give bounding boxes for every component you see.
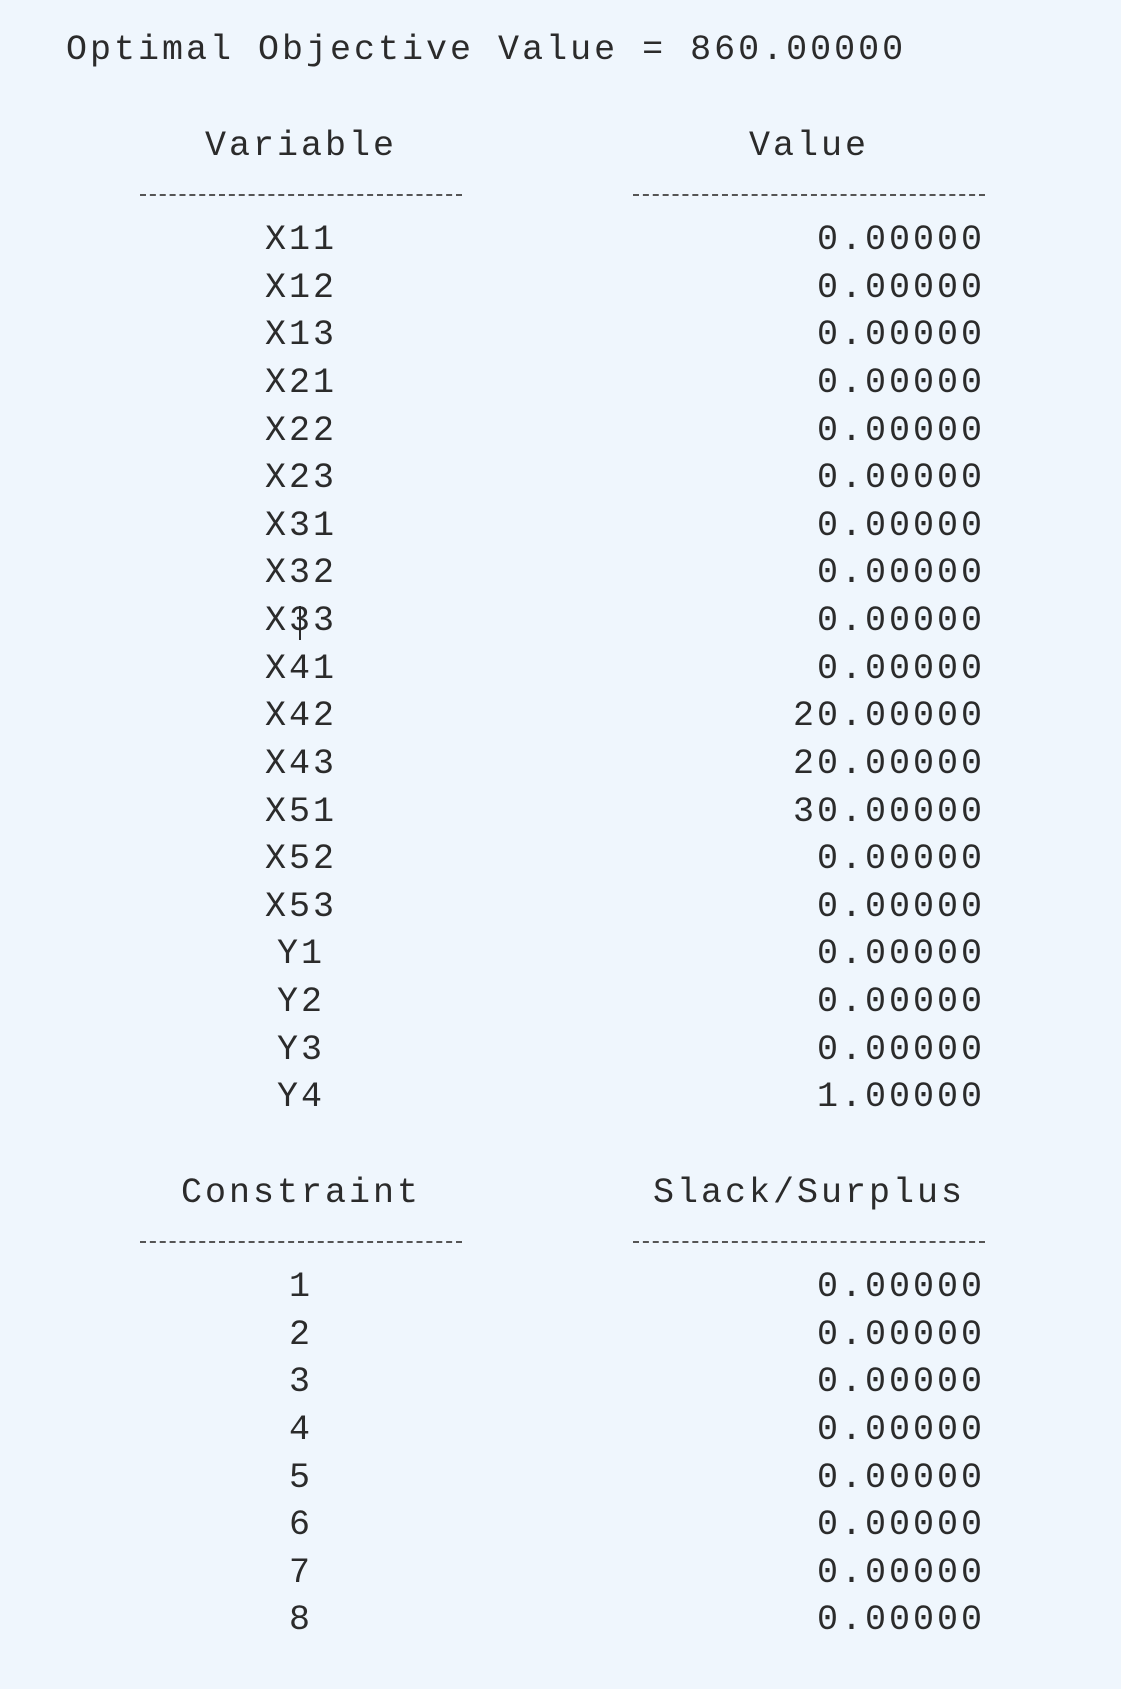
constraint-number: 2	[288, 1315, 313, 1355]
constraint-row: 1 0.00000	[0, 1267, 1121, 1315]
variable-row: Y1 0.00000	[0, 934, 1121, 982]
variable-name: X32	[264, 553, 337, 593]
variable-row: X42 20.00000	[0, 696, 1121, 744]
value-header-divider	[633, 194, 985, 196]
variable-row: X23 0.00000	[0, 458, 1121, 506]
variable-row: X33 0.00000	[0, 601, 1121, 649]
constraint-slack: 0.00000	[816, 1315, 985, 1355]
constraint-number: 6	[288, 1505, 313, 1545]
variable-value: 0.00000	[816, 363, 985, 403]
variable-name: X21	[264, 363, 337, 403]
variable-value: 0.00000	[816, 268, 985, 308]
variable-value: 0.00000	[816, 887, 985, 927]
variable-value: 0.00000	[816, 601, 985, 641]
variable-value: 30.00000	[792, 792, 985, 832]
constraint-slack: 0.00000	[816, 1267, 985, 1307]
variable-row: X21 0.00000	[0, 363, 1121, 411]
constraint-number: 5	[288, 1458, 313, 1498]
variable-value: 0.00000	[816, 982, 985, 1022]
variable-value: 20.00000	[792, 744, 985, 784]
variable-row: X41 0.00000	[0, 649, 1121, 697]
variable-name: X33	[140, 601, 462, 641]
variable-row: Y2 0.00000	[0, 982, 1121, 1030]
variable-name: X53	[264, 887, 337, 927]
variable-name: X31	[264, 506, 337, 546]
variable-value: 0.00000	[816, 649, 985, 689]
variable-name: Y4	[276, 1077, 325, 1117]
variable-name: X52	[264, 839, 337, 879]
variable-row: X22 0.00000	[0, 411, 1121, 459]
report-page: { "title": "Optimal Objective Value = 86…	[0, 0, 1121, 1689]
variable-name: X41	[264, 649, 337, 689]
constraint-number: 1	[288, 1267, 313, 1307]
constraint-number: 3	[288, 1362, 313, 1402]
constraint-row: 6 0.00000	[0, 1505, 1121, 1553]
constraint-row: 2 0.00000	[0, 1315, 1121, 1363]
constraint-number: 8	[288, 1600, 313, 1640]
variable-row: X43 20.00000	[0, 744, 1121, 792]
variable-name: X13	[264, 315, 337, 355]
constraint-header-divider	[140, 1241, 462, 1243]
variable-row: Y3 0.00000	[0, 1030, 1121, 1078]
constraint-row: 7 0.00000	[0, 1553, 1121, 1601]
constraint-slack: 0.00000	[816, 1553, 985, 1593]
variable-value: 0.00000	[816, 458, 985, 498]
text-cursor	[299, 606, 301, 640]
constraint-slack: 0.00000	[816, 1600, 985, 1640]
variable-value: 0.00000	[816, 220, 985, 260]
variable-value: 1.00000	[816, 1077, 985, 1117]
variable-row: X32 0.00000	[0, 553, 1121, 601]
slack-header-divider	[633, 1241, 985, 1243]
variable-row: X31 0.00000	[0, 506, 1121, 554]
variable-header-divider	[140, 194, 462, 196]
variable-row: X11 0.00000	[0, 220, 1121, 268]
objective-value-title: Optimal Objective Value = 860.00000	[66, 30, 907, 70]
variable-value: 0.00000	[816, 1030, 985, 1070]
variable-value: 0.00000	[816, 934, 985, 974]
constraint-row: 3 0.00000	[0, 1362, 1121, 1410]
constraint-number: 7	[288, 1553, 313, 1593]
value-column-header: Value	[748, 126, 870, 166]
constraint-slack: 0.00000	[816, 1505, 985, 1545]
variable-row: Y4 1.00000	[0, 1077, 1121, 1125]
variable-value: 0.00000	[816, 506, 985, 546]
variable-row: X53 0.00000	[0, 887, 1121, 935]
constraint-row: 5 0.00000	[0, 1458, 1121, 1506]
constraint-row: 4 0.00000	[0, 1410, 1121, 1458]
variable-row: X52 0.00000	[0, 839, 1121, 887]
variable-name: X22	[264, 411, 337, 451]
constraint-slack: 0.00000	[816, 1410, 985, 1450]
variable-value: 0.00000	[816, 553, 985, 593]
constraint-slack: 0.00000	[816, 1458, 985, 1498]
variable-name: X23	[264, 458, 337, 498]
variable-name: X43	[264, 744, 337, 784]
constraint-column-header: Constraint	[180, 1173, 422, 1213]
variable-name: Y3	[276, 1030, 325, 1070]
variable-name: X12	[264, 268, 337, 308]
variable-name: X42	[264, 696, 337, 736]
constraint-slack: 0.00000	[816, 1362, 985, 1402]
slack-surplus-column-header: Slack/Surplus	[652, 1173, 966, 1213]
variable-row: X12 0.00000	[0, 268, 1121, 316]
variable-value: 0.00000	[816, 411, 985, 451]
variable-name: X11	[264, 220, 337, 260]
constraint-number: 4	[288, 1410, 313, 1450]
variable-name: Y2	[276, 982, 325, 1022]
constraint-row: 8 0.00000	[0, 1600, 1121, 1648]
variable-column-header: Variable	[204, 126, 398, 166]
variable-value: 0.00000	[816, 839, 985, 879]
variable-row: X51 30.00000	[0, 792, 1121, 840]
variable-row: X13 0.00000	[0, 315, 1121, 363]
variable-name: X51	[264, 792, 337, 832]
variable-value: 20.00000	[792, 696, 985, 736]
variable-value: 0.00000	[816, 315, 985, 355]
variable-name: Y1	[276, 934, 325, 974]
